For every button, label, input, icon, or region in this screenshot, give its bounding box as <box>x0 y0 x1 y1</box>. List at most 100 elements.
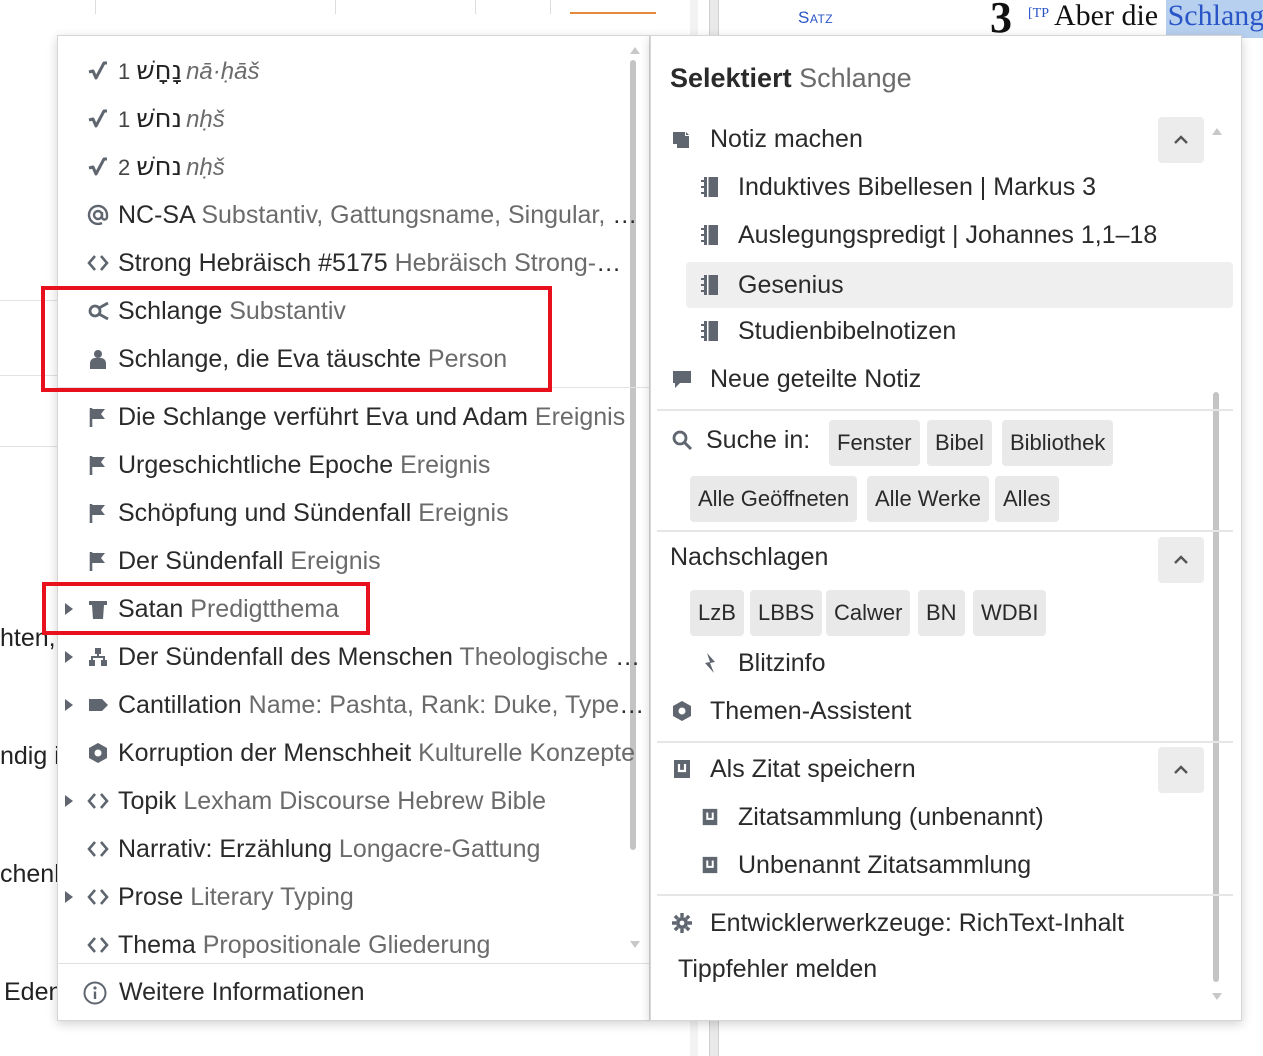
cultural-concept-row[interactable]: Korruption der Menschheit Kulturelle Kon… <box>58 730 649 776</box>
row-label: Schöpfung und Sündenfall <box>118 498 412 527</box>
expand-arrow-icon[interactable] <box>58 651 76 663</box>
selection-heading: Selektiert <box>670 63 792 93</box>
background-text-fragment: Eden <box>4 978 63 1006</box>
collapse-notes-button[interactable] <box>1158 117 1204 163</box>
theology-row[interactable]: Der Sündenfall des Menschen Theologische… <box>58 634 649 680</box>
search-chip-alle-geoeffneten[interactable]: Alle Geöffneten <box>690 476 858 522</box>
proposition-row[interactable]: Thema Propositionale Gliederung <box>58 922 649 968</box>
notebook-item[interactable]: Induktives Bibellesen | Markus 3 <box>698 164 1096 210</box>
lookup-chip-lzb[interactable]: LzB <box>690 590 744 636</box>
lemma-number: 1 <box>118 107 131 132</box>
row-sublabel: Lexham Discourse Hebrew Bible <box>176 786 546 815</box>
search-chip-bibel[interactable]: Bibel <box>927 420 992 466</box>
row-sublabel: Ereignis <box>393 450 491 479</box>
row-sublabel: Longacre-Gattung <box>331 834 541 863</box>
section-divider <box>657 530 1233 532</box>
search-chip-bibliothek[interactable]: Bibliothek <box>1002 420 1114 466</box>
expand-arrow-icon[interactable] <box>58 795 76 807</box>
themen-assistent-button[interactable]: Themen-Assistent <box>670 688 911 734</box>
active-tab-indicator <box>570 12 656 14</box>
quote-icon <box>698 854 722 876</box>
save-quote-button[interactable]: Als Zitat speichern <box>670 746 916 792</box>
row-label: Narrativ: Erzählung <box>118 834 332 863</box>
quote-collection-item[interactable]: Zitatsammlung (unbenannt) <box>698 794 1044 840</box>
notebook-item[interactable]: Gesenius <box>698 262 844 308</box>
quote-collection-item[interactable]: Unbenannt Zitatsammlung <box>698 842 1031 888</box>
morphology-row[interactable]: NC-SA Substantiv, Gattungsname, Singular… <box>58 192 649 238</box>
scroll-down-icon[interactable] <box>1211 992 1223 1002</box>
section-divider <box>657 409 1233 411</box>
section-divider <box>657 894 1233 896</box>
quote-collection-label: Unbenannt Zitatsammlung <box>738 850 1032 879</box>
literary-type-row[interactable]: Prose Literary Typing <box>58 874 649 920</box>
info-icon <box>83 981 109 1005</box>
notebook-icon <box>698 176 722 198</box>
make-note-button[interactable]: Notiz machen <box>670 116 863 162</box>
event-row[interactable]: Schöpfung und Sündenfall Ereignis <box>58 490 649 536</box>
scroll-up-icon[interactable] <box>1211 126 1223 136</box>
lemma-row[interactable]: 1 נחשׁ nḥš <box>58 96 649 142</box>
event-row[interactable]: Urgeschichtliche Epoche Ereignis <box>58 442 649 488</box>
strong-number-row[interactable]: Strong Hebräisch #5175 Hebräisch Strong-… <box>58 240 649 286</box>
notebook-label: Studienbibelnotizen <box>738 316 957 345</box>
row-divider <box>0 446 57 447</box>
discourse-row[interactable]: Topik Lexham Discourse Hebrew Bible <box>58 778 649 824</box>
expand-arrow-icon[interactable] <box>58 699 76 711</box>
row-sublabel: Propositionale Gliederung <box>195 930 491 959</box>
notebook-item[interactable]: Studienbibelnotizen <box>698 308 956 354</box>
collapse-lookup-button[interactable] <box>1158 537 1204 583</box>
save-quote-label: Als Zitat speichern <box>710 754 916 783</box>
row-label: Der Sündenfall <box>118 546 284 575</box>
search-chip-alles[interactable]: Alles <box>995 476 1059 522</box>
flag-icon <box>84 406 112 428</box>
tab-divider <box>95 0 96 14</box>
lookup-chip-wdbi[interactable]: WDBI <box>973 590 1047 636</box>
at-sign-icon <box>84 204 112 226</box>
report-typo-button[interactable]: Tippfehler melden <box>678 955 877 984</box>
collapse-quotes-button[interactable] <box>1158 747 1204 793</box>
search-chip-alle-werke[interactable]: Alle Werke <box>867 476 989 522</box>
tab-divider <box>550 0 551 14</box>
row-label: Urgeschichtliche Epoche <box>118 450 394 479</box>
more-info-button[interactable]: Weitere Informationen <box>58 963 649 1020</box>
event-row[interactable]: Der Sündenfall Ereignis <box>58 538 649 584</box>
notebook-icon <box>698 274 722 296</box>
lookup-chip-bn[interactable]: BN <box>918 590 965 636</box>
event-row[interactable]: Die Schlange verführt Eva und Adam Ereig… <box>58 394 649 440</box>
search-chip-fenster[interactable]: Fenster <box>829 420 920 466</box>
more-info-label: Weitere Informationen <box>119 978 365 1006</box>
lookup-chip-lbbs[interactable]: LBBS <box>750 590 823 636</box>
row-sublabel: Ereignis <box>527 402 626 431</box>
row-sublabel: Kulturelle Konzepte <box>411 738 635 767</box>
hebrew-word: נחשׁ <box>136 152 183 182</box>
selection-title: Selektiert Schlange <box>670 63 912 94</box>
row-label: Topik <box>118 786 177 815</box>
note-icon <box>670 128 694 150</box>
root-icon <box>84 60 112 82</box>
hierarchy-icon <box>84 646 112 668</box>
flag-icon <box>84 454 112 476</box>
row-sublabel: Ereignis <box>283 546 381 575</box>
notebook-item[interactable]: Auslegungspredigt | Johannes 1,1–18 <box>698 212 1157 258</box>
lookup-chip-calwer[interactable]: Calwer <box>826 590 911 636</box>
lemma-number: 2 <box>118 155 131 180</box>
lemma-number: 1 <box>118 59 131 84</box>
notebook-icon <box>698 224 722 246</box>
developer-tools-button[interactable]: Entwicklerwerkzeuge: RichText-Inhalt <box>670 900 1124 946</box>
verse-text: Aber die Schlange <box>1054 0 1263 38</box>
blitzinfo-button[interactable]: Blitzinfo <box>698 640 826 686</box>
cantillation-row[interactable]: Cantillation Name: Pashta, Rank: Duke, T… <box>58 682 649 728</box>
shared-note-button[interactable]: Neue geteilte Notiz <box>670 356 921 402</box>
blitzinfo-label: Blitzinfo <box>738 648 826 677</box>
row-sublabel: Substantiv, Gattungsname, Singular, abso… <box>194 200 648 229</box>
expand-arrow-icon[interactable] <box>58 891 76 903</box>
lemma-row[interactable]: 2 נחשׁ nḥš <box>58 144 649 190</box>
root-icon <box>84 156 112 178</box>
lemma-row[interactable]: 1 נָחָשׁ nā·ḥāš <box>58 48 649 94</box>
satz-label[interactable]: Satz <box>798 8 833 28</box>
section-divider <box>657 741 1233 743</box>
genre-row[interactable]: Narrativ: Erzählung Longacre-Gattung <box>58 826 649 872</box>
code-brackets-icon <box>84 790 112 812</box>
tp-marker[interactable]: [TP <box>1028 6 1049 22</box>
selected-word[interactable]: Schlange <box>1165 0 1263 38</box>
